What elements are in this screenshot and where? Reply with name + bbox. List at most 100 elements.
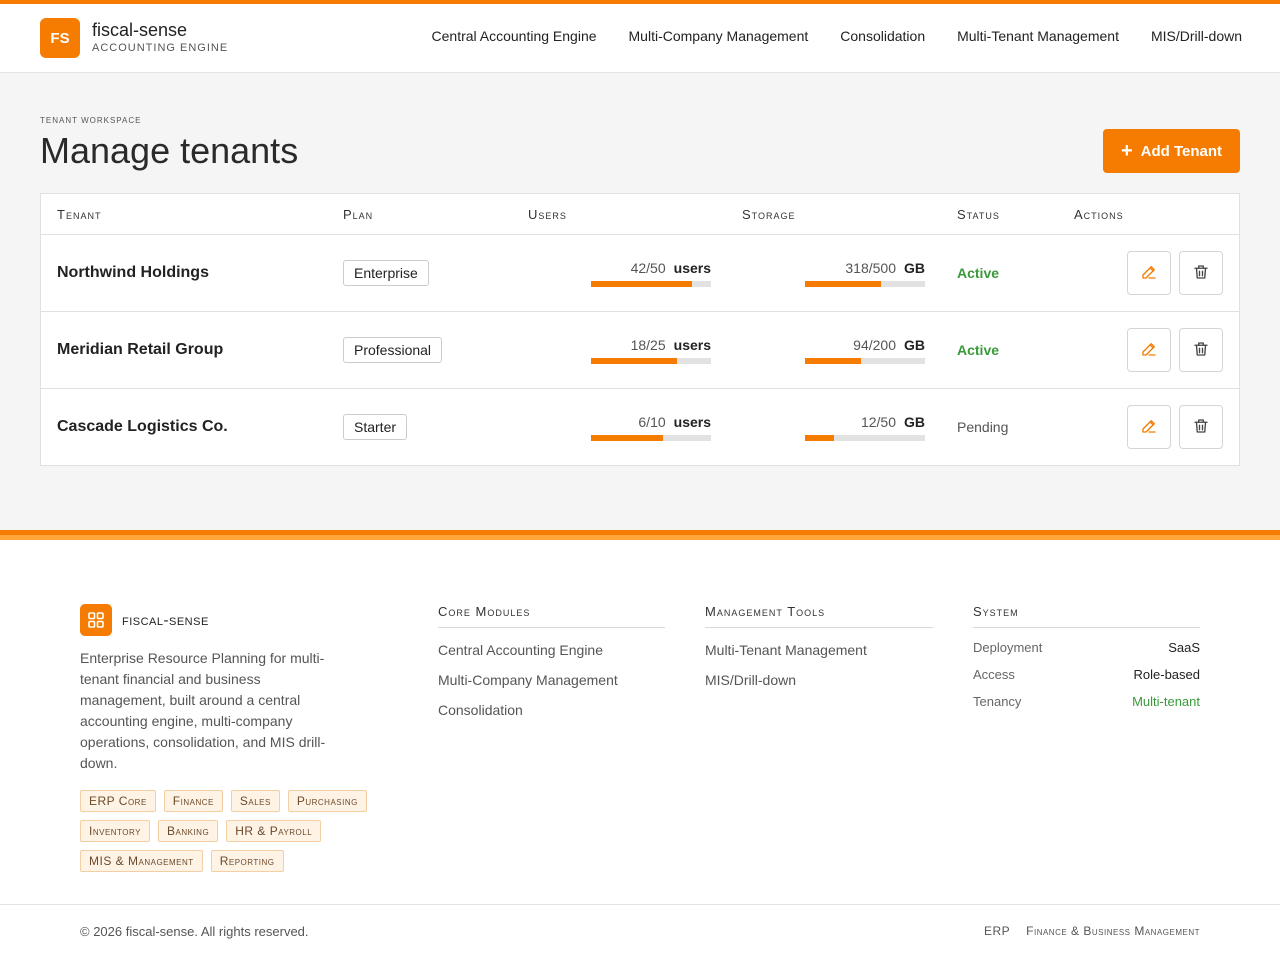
delete-tenant-button[interactable] (1179, 328, 1223, 372)
nav-multi-company[interactable]: Multi-Company Management (629, 28, 809, 44)
plan-badge: Professional (343, 337, 443, 363)
nav-multi-tenant[interactable]: Multi-Tenant Management (957, 28, 1119, 44)
footer-core-modules-title: Core Modules (438, 604, 665, 628)
tag-finance: Finance (163, 790, 223, 812)
storage-amount: 12/50 (860, 414, 896, 430)
edit-tenant-button[interactable] (1127, 405, 1171, 449)
users-progress-fill (591, 358, 678, 364)
footer-link-multi-company[interactable]: Multi-Company Management (438, 672, 665, 688)
nav-central-accounting[interactable]: Central Accounting Engine (432, 28, 597, 44)
footer-bottom-links: ERP Finance & Business Management (984, 924, 1200, 938)
status-badge: Pending (957, 419, 1009, 435)
page-title: Manage tenants (40, 130, 299, 171)
tenant-name[interactable]: Meridian Retail Group (57, 341, 223, 359)
users-unit: users (673, 260, 711, 276)
storage-progress-bar (805, 281, 925, 287)
column-header-users[interactable]: Users (528, 207, 567, 222)
storage-meter: 318/500 GB (775, 260, 925, 300)
page-eyebrow: TENANT WORKSPACE (40, 116, 142, 125)
status-badge: Active (957, 265, 1000, 281)
column-header-storage[interactable]: Storage (742, 207, 796, 222)
system-deployment: Deployment SaaS (973, 640, 1200, 655)
footer-management-tools-title: Management Tools (705, 604, 933, 628)
edit-tenant-button[interactable] (1127, 328, 1171, 372)
footer-link-multi-tenant[interactable]: Multi-Tenant Management (705, 642, 933, 658)
tag-purchasing: Purchasing (287, 790, 367, 812)
system-access: Access Role-based (973, 667, 1200, 682)
tag-mis-management: MIS & Management (80, 850, 203, 872)
add-tenant-button[interactable]: + Add Tenant (1103, 129, 1240, 173)
users-meter-text: 6/10 users (638, 414, 711, 430)
plan-badge: Starter (343, 414, 408, 440)
tenant-name[interactable]: Cascade Logistics Co. (57, 418, 228, 436)
footer-system: System Deployment SaaS Access Role-based T… (973, 604, 1200, 709)
nav-mis-drilldown[interactable]: MIS/Drill-down (1151, 28, 1242, 44)
storage-progress-bar (805, 358, 925, 364)
users-meter-text: 18/25 users (631, 337, 711, 353)
edit-tenant-button[interactable] (1127, 251, 1171, 295)
storage-progress-fill (805, 358, 862, 364)
users-progress-fill (591, 435, 663, 441)
system-tenancy-value: Multi-tenant (1132, 694, 1200, 709)
table-row: Meridian Retail Group Professional 18/25 us… (41, 312, 1239, 389)
users-meter: 18/25 users (561, 337, 711, 377)
storage-meter-text: 12/50 GB (861, 414, 925, 430)
tag-reporting: Reporting (210, 850, 284, 872)
footer-bottom-link-finance[interactable]: Finance & Business Management (1026, 924, 1200, 938)
footer-management-tools: Management Tools Multi-Tenant Management… (705, 604, 933, 688)
users-progress-fill (591, 281, 692, 287)
storage-amount: 94/200 (853, 337, 896, 353)
column-header-tenant[interactable]: Tenant (57, 207, 101, 222)
add-tenant-label: Add Tenant (1140, 142, 1223, 160)
nav-consolidation[interactable]: Consolidation (840, 28, 925, 44)
brand-subtitle: ACCOUNTING ENGINE (92, 42, 229, 54)
storage-meter: 94/200 GB (775, 337, 925, 377)
brand-name: fiscal-sense (92, 20, 188, 40)
pencil-icon (1140, 263, 1158, 284)
plus-icon: + (1120, 140, 1133, 162)
footer-link-mis-drilldown[interactable]: MIS/Drill-down (705, 672, 933, 688)
storage-unit: GB (904, 414, 925, 430)
users-progress-bar (591, 358, 711, 364)
table-row: Northwind Holdings Enterprise 42/50 users 31… (41, 235, 1239, 312)
users-meter: 42/50 users (561, 260, 711, 300)
column-header-plan[interactable]: Plan (343, 207, 373, 222)
table-row: Cascade Logistics Co. Starter 6/10 users 12/… (41, 389, 1239, 466)
tag-hr-payroll: HR & Payroll (226, 820, 322, 842)
users-count: 18/25 (630, 337, 666, 353)
footer: fiscal-sense Enterprise Resource Plannin… (0, 540, 1280, 956)
storage-progress-fill (805, 281, 882, 287)
pencil-icon (1140, 340, 1158, 361)
footer-link-central-accounting[interactable]: Central Accounting Engine (438, 642, 665, 658)
users-unit: users (673, 337, 711, 353)
column-header-status[interactable]: Status (957, 207, 1000, 222)
users-count: 42/50 (630, 260, 666, 276)
storage-meter-text: 318/500 GB (845, 260, 925, 276)
delete-tenant-button[interactable] (1179, 405, 1223, 449)
storage-meter: 12/50 GB (775, 414, 925, 454)
storage-meter-text: 94/200 GB (853, 337, 925, 353)
delete-tenant-button[interactable] (1179, 251, 1223, 295)
trash-icon (1192, 263, 1210, 284)
users-meter-text: 42/50 users (631, 260, 711, 276)
tenant-name[interactable]: Northwind Holdings (57, 264, 209, 282)
footer-brand: fiscal-sense (122, 612, 209, 629)
trash-icon (1192, 340, 1210, 361)
storage-progress-fill (805, 435, 834, 441)
system-deployment-value: SaaS (1168, 640, 1200, 655)
footer-link-consolidation[interactable]: Consolidation (438, 702, 665, 718)
footer-bottom-link-erp[interactable]: ERP (984, 924, 1010, 938)
footer-system-title: System (973, 604, 1200, 628)
users-progress-bar (591, 281, 711, 287)
footer-core-modules: Core Modules Central Accounting Engine M… (438, 604, 665, 718)
tenants-table: Tenant Plan Users Storage Status Actions… (40, 193, 1240, 466)
storage-unit: GB (904, 260, 925, 276)
users-progress-bar (591, 435, 711, 441)
users-unit: users (673, 414, 711, 430)
storage-unit: GB (904, 337, 925, 353)
tag-sales: Sales (230, 790, 280, 812)
header: FS fiscal-sense ACCOUNTING ENGINE Centra… (0, 4, 1280, 73)
brand-logo[interactable]: FS (40, 18, 80, 58)
table-header: Tenant Plan Users Storage Status Actions (41, 194, 1239, 235)
footer-tags: ERP Core Finance Sales Purchasing Invent… (80, 790, 380, 872)
